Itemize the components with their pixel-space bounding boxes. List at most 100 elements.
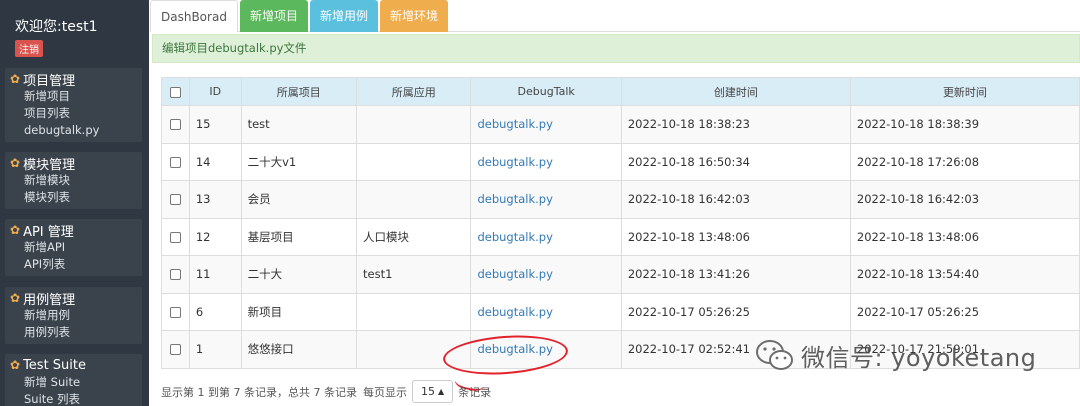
menu-group-testcase: ✿ 用例管理 新增用例 用例列表 xyxy=(5,287,142,344)
pagination-footer: 显示第 1 到第 7 条记录，总共 7 条记录 每页显示 15 ▲ 条记录 xyxy=(161,380,491,403)
page-size-select[interactable]: 15 ▲ xyxy=(411,380,454,403)
cell-debugtalk: debugtalk.py xyxy=(470,142,622,181)
menu-group-api: ✿ API 管理 新增API API列表 xyxy=(5,219,142,276)
per-page-suffix: 条记录 xyxy=(458,385,492,399)
debugtalk-link[interactable]: debugtalk.py xyxy=(477,305,552,319)
cell-id: 6 xyxy=(188,292,242,331)
row-checkbox[interactable] xyxy=(161,330,190,369)
cell-project: 会员 xyxy=(240,180,358,219)
per-page-label: 每页显示 xyxy=(362,385,407,399)
row-checkbox[interactable] xyxy=(161,292,190,331)
cell-project: 二十大v1 xyxy=(240,142,358,181)
tab-add-testcase[interactable]: 新增用例 xyxy=(309,0,378,32)
cell-app xyxy=(356,180,472,219)
cell-created: 2022-10-18 16:42:03 xyxy=(620,180,851,219)
cell-app xyxy=(356,292,472,331)
cell-debugtalk: debugtalk.py xyxy=(470,180,622,219)
gear-icon: ✿ xyxy=(10,358,21,372)
cell-app xyxy=(356,330,472,369)
debugtalk-link[interactable]: debugtalk.py xyxy=(477,230,552,244)
sidebar: 欢迎您:test1 注销 ✿ 项目管理 新增项目 项目列表 debugtalk.p… xyxy=(0,0,149,406)
cell-project: 基层项目 xyxy=(240,217,358,256)
gear-icon: ✿ xyxy=(10,72,21,86)
caret-up-icon: ▲ xyxy=(437,387,445,396)
cell-id: 1 xyxy=(188,330,242,369)
menu-group-project: ✿ 项目管理 新增项目 项目列表 debugtalk.py xyxy=(5,68,142,142)
debugtalk-link[interactable]: debugtalk.py xyxy=(477,342,552,356)
cell-id: 14 xyxy=(188,142,242,181)
cell-project: 新项目 xyxy=(240,292,358,331)
watermark: 微信号: yoyoketang xyxy=(755,338,1036,373)
row-checkbox[interactable] xyxy=(161,142,190,181)
debugtalk-link[interactable]: debugtalk.py xyxy=(477,117,552,131)
menu-item-suite-list[interactable]: Suite 列表 xyxy=(5,391,142,406)
row-checkbox[interactable] xyxy=(161,105,190,144)
menu-item-module-list[interactable]: 模块列表 xyxy=(5,189,142,206)
menu-item-add-project[interactable]: 新增项目 xyxy=(5,88,142,105)
cell-created: 2022-10-18 16:50:34 xyxy=(620,142,851,181)
table-row: 12 基层项目 人口模块 debugtalk.py 2022-10-18 13:… xyxy=(161,217,1080,256)
menu-group-module: ✿ 模块管理 新增模块 模块列表 xyxy=(5,152,142,209)
debugtalk-link[interactable]: debugtalk.py xyxy=(477,192,552,206)
menu-item-debugtalk[interactable]: debugtalk.py xyxy=(5,122,142,139)
tab-add-env[interactable]: 新增环境 xyxy=(379,0,448,32)
menu-title-project[interactable]: ✿ 项目管理 xyxy=(5,70,142,89)
tab-add-project[interactable]: 新增项目 xyxy=(239,0,308,32)
row-checkbox[interactable] xyxy=(161,255,190,294)
table-row: 13 会员 debugtalk.py 2022-10-18 16:42:03 2… xyxy=(161,180,1080,219)
cell-updated: 2022-10-18 13:54:40 xyxy=(849,255,1080,294)
table-row: 15 test debugtalk.py 2022-10-18 18:38:23… xyxy=(161,105,1080,144)
gear-icon: ✿ xyxy=(10,223,21,237)
select-all-checkbox[interactable] xyxy=(161,77,190,106)
column-header-created[interactable]: 创建时间 xyxy=(620,77,851,106)
menu-group-testsuite: ✿ Test Suite 新增 Suite Suite 列表 xyxy=(5,354,142,406)
cell-debugtalk: debugtalk.py xyxy=(470,105,622,144)
cell-project: test xyxy=(240,105,358,144)
column-header-project[interactable]: 所属项目 xyxy=(240,77,358,106)
cell-created: 2022-10-18 18:38:23 xyxy=(620,105,851,144)
row-checkbox[interactable] xyxy=(161,217,190,256)
column-header-app[interactable]: 所属应用 xyxy=(356,77,472,106)
column-header-debugtalk[interactable]: DebugTalk xyxy=(470,77,622,106)
menu-item-testcase-list[interactable]: 用例列表 xyxy=(5,324,142,341)
debugtalk-link[interactable]: debugtalk.py xyxy=(477,155,552,169)
tab-dashboard[interactable]: DashBorad xyxy=(150,0,238,32)
cell-created: 2022-10-17 05:26:25 xyxy=(620,292,851,331)
info-alert: 编辑项目debugtalk.py文件 xyxy=(152,34,1080,63)
table-row: 6 新项目 debugtalk.py 2022-10-17 05:26:25 2… xyxy=(161,292,1080,331)
cell-created: 2022-10-18 13:41:26 xyxy=(620,255,851,294)
cell-app xyxy=(356,105,472,144)
column-header-updated[interactable]: 更新时间 xyxy=(849,77,1080,106)
debugtalk-link[interactable]: debugtalk.py xyxy=(477,267,552,281)
cell-updated: 2022-10-18 13:48:06 xyxy=(849,217,1080,256)
gear-icon: ✿ xyxy=(10,291,21,305)
cell-debugtalk: debugtalk.py xyxy=(470,292,622,331)
tab-bar: DashBorad 新增项目 新增用例 新增环境 xyxy=(150,0,450,32)
cell-id: 13 xyxy=(188,180,242,219)
welcome-text: 欢迎您:test1 xyxy=(15,19,98,35)
cell-updated: 2022-10-17 05:26:25 xyxy=(849,292,1080,331)
cell-id: 15 xyxy=(188,105,242,144)
menu-item-add-suite[interactable]: 新增 Suite xyxy=(5,374,142,391)
debugtalk-table: ID 所属项目 所属应用 DebugTalk 创建时间 更新时间 15 test… xyxy=(161,77,1080,369)
menu-item-add-api[interactable]: 新增API xyxy=(5,239,142,256)
menu-item-add-testcase[interactable]: 新增用例 xyxy=(5,307,142,324)
logout-button[interactable]: 注销 xyxy=(15,40,43,57)
cell-updated: 2022-10-18 16:42:03 xyxy=(849,180,1080,219)
gear-icon: ✿ xyxy=(10,156,21,170)
menu-title-module[interactable]: ✿ 模块管理 xyxy=(5,154,142,173)
menu-title-testcase[interactable]: ✿ 用例管理 xyxy=(5,289,142,308)
menu-title-api[interactable]: ✿ API 管理 xyxy=(5,221,142,240)
menu-item-api-list[interactable]: API列表 xyxy=(5,256,142,273)
table-header-row: ID 所属项目 所属应用 DebugTalk 创建时间 更新时间 xyxy=(161,77,1080,106)
cell-debugtalk: debugtalk.py xyxy=(470,217,622,256)
cell-id: 12 xyxy=(188,217,242,256)
cell-debugtalk: debugtalk.py xyxy=(470,255,622,294)
cell-updated: 2022-10-18 17:26:08 xyxy=(849,142,1080,181)
menu-item-project-list[interactable]: 项目列表 xyxy=(5,105,142,122)
column-header-id[interactable]: ID xyxy=(188,77,242,106)
row-checkbox[interactable] xyxy=(161,180,190,219)
menu-title-testsuite[interactable]: ✿ Test Suite xyxy=(5,356,142,374)
cell-app xyxy=(356,142,472,181)
menu-item-add-module[interactable]: 新增模块 xyxy=(5,172,142,189)
